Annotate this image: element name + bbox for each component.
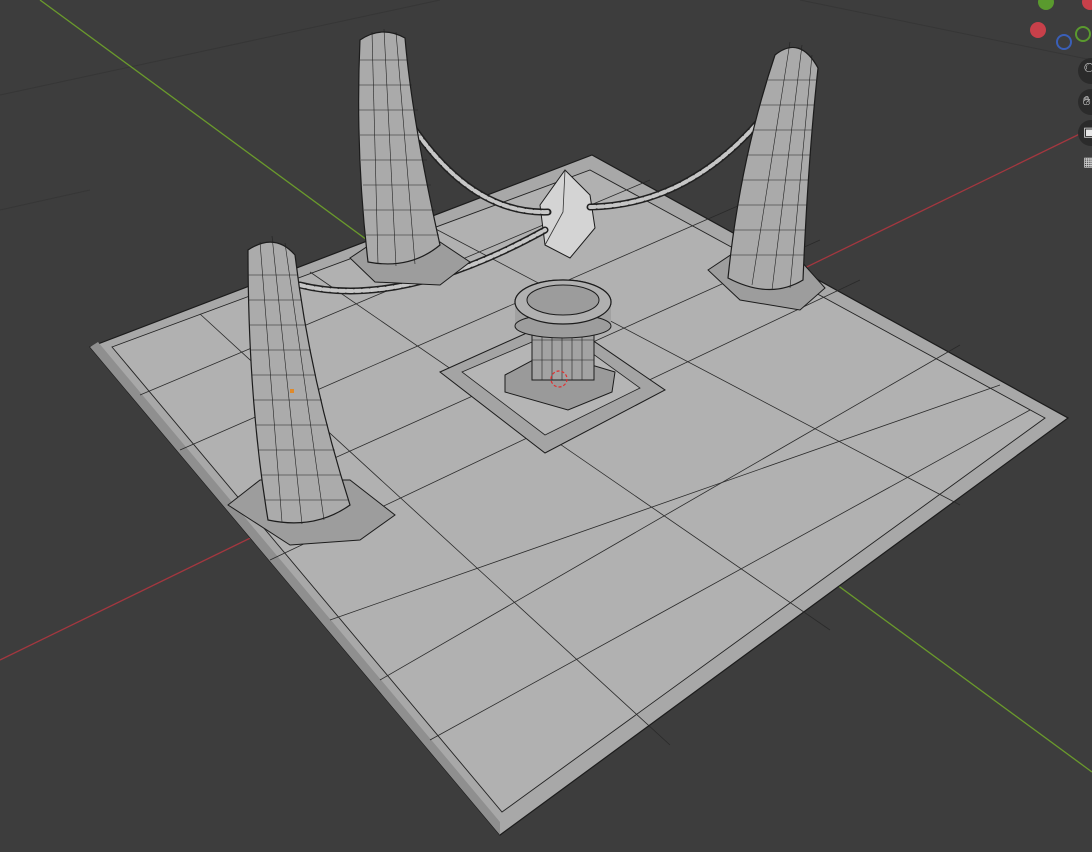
viewport-canvas[interactable] <box>0 0 1092 852</box>
3d-viewport[interactable]: 🔍︎ ✋︎ ▣ ▦ <box>0 0 1092 852</box>
selected-vertex[interactable] <box>290 389 294 393</box>
floor-tile[interactable] <box>88 154 1070 836</box>
y-axis-ball-icon[interactable] <box>1075 26 1091 42</box>
x-axis-ball-icon[interactable] <box>1030 22 1046 38</box>
pillar-right[interactable] <box>707 41 826 311</box>
neg-y-axis-ball-icon[interactable] <box>1056 34 1072 50</box>
